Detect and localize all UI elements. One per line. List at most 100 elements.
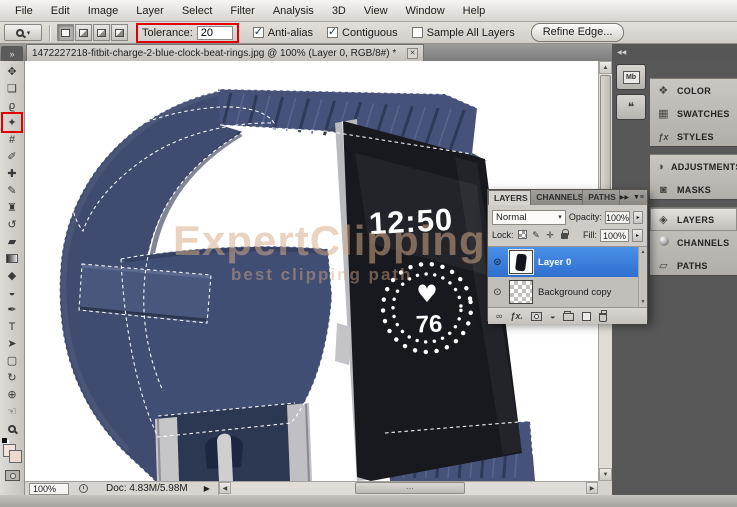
panel-menu-icon[interactable]: ▼≡: [633, 194, 644, 201]
lock-paint-icon[interactable]: ✎: [531, 230, 542, 241]
horizontal-scroll-thumb[interactable]: ⋯: [355, 482, 465, 494]
panel-button-masks[interactable]: ◙ MASKS: [650, 178, 737, 201]
crop-tool[interactable]: #: [0, 131, 24, 148]
intersect-selection-button[interactable]: [111, 24, 128, 41]
shape-tool[interactable]: ▢: [0, 352, 24, 369]
refine-edge-button[interactable]: Refine Edge...: [531, 23, 625, 42]
eyedropper-tool[interactable]: ✐: [0, 148, 24, 165]
document-tab[interactable]: 1472227218-fitbit-charge-2-blue-clock-be…: [26, 44, 424, 61]
panel-button-channels[interactable]: CHANNELS: [650, 231, 737, 254]
new-group-icon[interactable]: [563, 313, 574, 321]
sample-all-layers-checkbox[interactable]: [412, 27, 423, 38]
zoom-level-field[interactable]: 100%: [29, 483, 69, 495]
move-tool[interactable]: ✥: [0, 63, 24, 80]
3d-orbit-tool[interactable]: ⊕: [0, 386, 24, 403]
menu-file[interactable]: File: [6, 2, 42, 20]
fill-field[interactable]: 100%: [600, 229, 629, 242]
menu-view[interactable]: View: [355, 2, 397, 20]
panel-button-layers[interactable]: ◈ LAYERS: [650, 208, 737, 231]
adjustment-layer-icon[interactable]: ◒: [550, 311, 555, 321]
history-brush-tool[interactable]: ↺: [0, 216, 24, 233]
opacity-spinner[interactable]: ▸: [633, 211, 643, 224]
new-selection-button[interactable]: [57, 24, 74, 41]
anti-alias-checkbox[interactable]: [253, 27, 264, 38]
fill-spinner[interactable]: ▸: [632, 229, 643, 242]
layer-thumbnail[interactable]: [509, 250, 533, 274]
marquee-tool[interactable]: ❏: [0, 80, 24, 97]
3d-rotate-tool[interactable]: ↻: [0, 369, 24, 386]
delete-layer-icon[interactable]: [599, 313, 607, 322]
blur-tool[interactable]: ◆: [0, 267, 24, 284]
lock-all-icon[interactable]: [559, 230, 570, 241]
menu-image[interactable]: Image: [79, 2, 128, 20]
tab-channels[interactable]: CHANNELS: [531, 190, 583, 205]
tolerance-input[interactable]: [197, 26, 233, 40]
tool-preset-picker[interactable]: ▾: [4, 24, 42, 41]
clone-source-panel-button[interactable]: ❝: [616, 94, 646, 120]
lock-transparency-icon[interactable]: [517, 230, 528, 241]
scroll-right-icon[interactable]: ▶: [586, 482, 598, 494]
path-selection-tool[interactable]: ➤: [0, 335, 24, 352]
healing-brush-tool[interactable]: ✚: [0, 165, 24, 182]
blend-mode-select[interactable]: Normal ▾: [492, 210, 566, 225]
toolbar-collapse-button[interactable]: »: [1, 46, 23, 61]
background-color-swatch[interactable]: [9, 450, 22, 463]
new-layer-icon[interactable]: [582, 312, 591, 321]
layer-style-icon[interactable]: ƒx.: [510, 311, 523, 321]
panel-button-adjustments[interactable]: ◑ ADJUSTMENTS: [650, 155, 737, 178]
menu-edit[interactable]: Edit: [42, 2, 79, 20]
eye-icon[interactable]: ⊙: [491, 257, 504, 268]
menu-filter[interactable]: Filter: [221, 2, 263, 20]
scroll-up-icon[interactable]: ▲: [599, 61, 612, 74]
panel-button-styles[interactable]: ƒx STYLES: [650, 125, 737, 148]
clone-stamp-tool[interactable]: ♜: [0, 199, 24, 216]
menu-analysis[interactable]: Analysis: [264, 2, 323, 20]
dodge-tool[interactable]: ◒: [0, 284, 24, 301]
menu-3d[interactable]: 3D: [323, 2, 355, 20]
subtract-from-selection-button[interactable]: [93, 24, 110, 41]
panel-button-swatches[interactable]: ▦ SWATCHES: [650, 102, 737, 125]
layer-row-layer-0[interactable]: ⊙ Layer 0: [488, 247, 647, 277]
magic-wand-tool[interactable]: ✦: [0, 114, 24, 131]
add-layer-mask-icon[interactable]: [531, 312, 542, 321]
panel-button-paths[interactable]: ▱ PATHS: [650, 254, 737, 277]
zoom-tool[interactable]: [0, 420, 24, 437]
tab-paths[interactable]: PATHS: [583, 190, 620, 205]
collapse-arrows-icon[interactable]: ▶▶: [620, 194, 629, 201]
default-colors-icon[interactable]: [2, 438, 7, 443]
pen-tool[interactable]: ✒: [0, 301, 24, 318]
scroll-down-icon[interactable]: ▼: [639, 298, 647, 306]
quick-mask-button[interactable]: [5, 470, 20, 481]
close-icon[interactable]: ✕: [407, 48, 418, 59]
status-flyout-icon[interactable]: ▶: [204, 484, 210, 493]
tab-layers[interactable]: LAYERS: [488, 190, 531, 205]
layer-row-background-copy[interactable]: ⊙ Background copy: [488, 277, 647, 307]
eye-icon[interactable]: ⊙: [491, 287, 504, 298]
gradient-tool[interactable]: [0, 250, 24, 267]
scroll-down-icon[interactable]: ▼: [599, 468, 612, 481]
menu-help[interactable]: Help: [454, 2, 495, 20]
link-layers-icon[interactable]: ∞: [496, 311, 502, 321]
brush-tool[interactable]: ✎: [0, 182, 24, 199]
mini-bridge-panel-button[interactable]: Mb: [616, 64, 646, 90]
lasso-tool[interactable]: ϱ: [0, 97, 24, 114]
scroll-left-icon[interactable]: ◀: [219, 482, 231, 494]
opacity-field[interactable]: 100%: [605, 211, 630, 224]
menu-layer[interactable]: Layer: [127, 2, 173, 20]
panel-strip-header[interactable]: ◀◀: [612, 44, 650, 61]
shape-icon: ▢: [7, 354, 17, 367]
panel-button-color[interactable]: ❖ COLOR: [650, 79, 737, 102]
eraser-tool[interactable]: ▰: [0, 233, 24, 250]
scroll-up-icon[interactable]: ▲: [639, 248, 647, 256]
intersect-selection-icon: [115, 29, 124, 37]
horizontal-scrollbar[interactable]: ◀ ⋯ ▶: [218, 482, 598, 495]
contiguous-checkbox[interactable]: [327, 27, 338, 38]
layers-list-scrollbar[interactable]: ▲ ▼: [638, 247, 647, 307]
menu-select[interactable]: Select: [173, 2, 222, 20]
menu-window[interactable]: Window: [397, 2, 454, 20]
add-to-selection-button[interactable]: [75, 24, 92, 41]
layer-thumbnail[interactable]: [509, 280, 533, 304]
lock-position-icon[interactable]: ✛: [545, 230, 556, 241]
hand-tool[interactable]: ☜: [0, 403, 24, 420]
type-tool[interactable]: T: [0, 318, 24, 335]
